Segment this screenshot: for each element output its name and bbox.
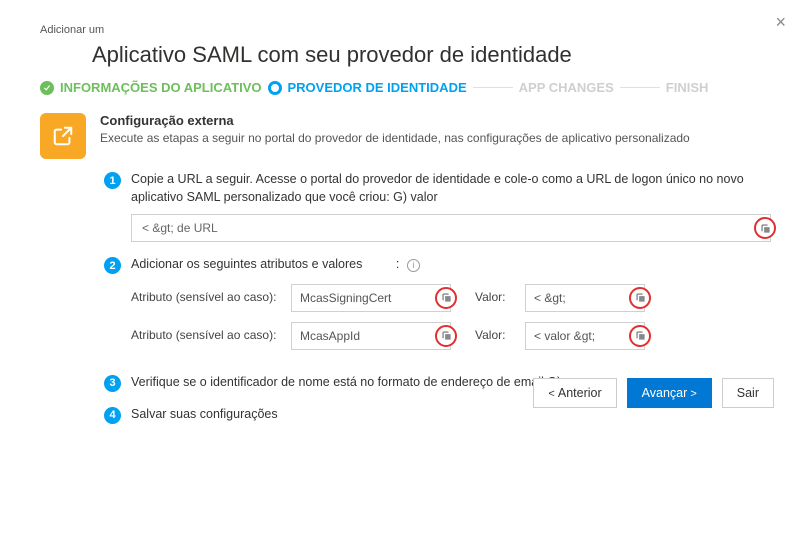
- step-text: Adicionar os seguintes atributos e valor…: [131, 257, 362, 271]
- active-dot-icon: [268, 81, 282, 95]
- step-divider: [620, 87, 660, 88]
- wizard-step-label: FINISH: [666, 80, 709, 95]
- close-icon[interactable]: ×: [775, 12, 786, 33]
- sso-url-field[interactable]: [131, 214, 771, 242]
- config-step-4: 4 Salvar suas configurações: [104, 406, 770, 424]
- step-number: 2: [104, 257, 121, 274]
- section-title: Configuração externa: [100, 113, 690, 128]
- copy-icon: [635, 292, 646, 303]
- step-number: 1: [104, 172, 121, 189]
- wizard-step-appinfo: INFORMAÇÕES DO APLICATIVO: [40, 80, 262, 95]
- external-link-icon: [40, 113, 86, 159]
- attribute-label: Atributo (sensível ao caso):: [131, 289, 281, 306]
- wizard-step-label: PROVEDOR DE IDENTIDADE: [288, 80, 467, 95]
- step-divider: [473, 87, 513, 88]
- wizard-step-label: APP CHANGES: [519, 80, 614, 95]
- config-step-2: 2 Adicionar os seguintes atributos e val…: [104, 256, 770, 360]
- copy-icon: [635, 330, 646, 341]
- section-desc: Execute as etapas a seguir no portal do …: [100, 130, 690, 147]
- wizard-step-finish: FINISH: [666, 80, 709, 95]
- copy-icon: [441, 292, 452, 303]
- wizard-steps: INFORMAÇÕES DO APLICATIVO PROVEDOR DE ID…: [40, 80, 770, 95]
- copy-value-button[interactable]: [629, 287, 651, 309]
- attribute-row-2: Atributo (sensível ao caso): Valor:: [131, 322, 770, 350]
- attribute-value-field[interactable]: [525, 322, 645, 350]
- step-text: Copie a URL a seguir. Acesse o portal do…: [131, 172, 744, 204]
- attribute-name-field[interactable]: [291, 284, 451, 312]
- attribute-label: Atributo (sensível ao caso):: [131, 327, 281, 344]
- check-icon: [40, 81, 54, 95]
- next-button[interactable]: Avançar >: [627, 378, 712, 408]
- value-label: Valor:: [475, 327, 515, 344]
- step-text: Salvar suas configurações: [131, 406, 770, 424]
- external-config-section: Configuração externa Execute as etapas a…: [40, 113, 770, 159]
- copy-attr-button[interactable]: [435, 287, 457, 309]
- value-label: Valor:: [475, 289, 515, 306]
- attribute-row-1: Atributo (sensível ao caso): Valor:: [131, 284, 770, 312]
- wizard-step-label: INFORMAÇÕES DO APLICATIVO: [60, 80, 262, 95]
- info-icon[interactable]: i: [407, 259, 420, 272]
- step-number: 4: [104, 407, 121, 424]
- wizard-step-appchanges: APP CHANGES: [519, 80, 614, 95]
- exit-button[interactable]: Sair: [722, 378, 774, 408]
- attribute-value-field[interactable]: [525, 284, 645, 312]
- wizard-step-idp: PROVEDOR DE IDENTIDADE: [268, 80, 467, 95]
- previous-button[interactable]: < Anterior: [533, 378, 616, 408]
- attribute-name-field[interactable]: [291, 322, 451, 350]
- copy-value-button[interactable]: [629, 325, 651, 347]
- copy-url-button[interactable]: [754, 217, 776, 239]
- copy-attr-button[interactable]: [435, 325, 457, 347]
- colon: :: [396, 257, 399, 271]
- copy-icon: [441, 330, 452, 341]
- breadcrumb: Adicionar um: [40, 24, 770, 36]
- dialog-footer: < Anterior Avançar > Sair: [533, 378, 774, 408]
- page-title: Aplicativo SAML com seu provedor de iden…: [92, 42, 770, 68]
- saml-idp-dialog: × Adicionar um Aplicativo SAML com seu p…: [0, 0, 802, 424]
- step-number: 3: [104, 375, 121, 392]
- copy-icon: [760, 223, 771, 234]
- config-step-1: 1 Copie a URL a seguir. Acesse o portal …: [104, 171, 770, 242]
